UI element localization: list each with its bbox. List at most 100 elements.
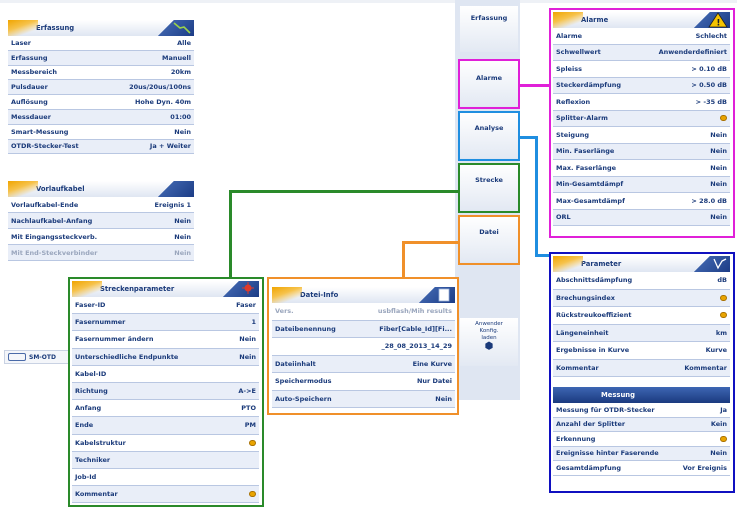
alarme-row[interactable]: Max. Faserlänge Nein <box>553 160 730 177</box>
row-value: usbflash/Mih results <box>377 307 452 316</box>
alarme-row[interactable]: Schwellwert Anwenderdefiniert <box>553 44 730 61</box>
parameter-title: Parameter <box>581 260 622 268</box>
row-label: Pulsdauer <box>11 83 48 92</box>
datei-frame: Datei-Info Vers. usbflash/Mih results Date… <box>267 277 459 415</box>
row-value: Hohe Dyn. 40m <box>134 98 191 107</box>
row-value: Nein <box>710 449 727 458</box>
strecke-row[interactable]: Techniker <box>72 451 259 469</box>
analyse-highlight <box>458 111 520 161</box>
alarme-row[interactable]: Splitter-Alarm <box>553 110 730 127</box>
strecke-row[interactable]: Ende PM <box>72 417 259 435</box>
row-value: Nein <box>174 127 191 136</box>
messung-row[interactable]: Erkennung <box>553 432 730 447</box>
link-icon <box>223 281 259 297</box>
parameter-row[interactable]: Abschnittsdämpfung dB <box>553 272 730 290</box>
row-value: Alle <box>177 38 191 47</box>
row-label: Ende <box>75 421 94 430</box>
row-label: Fasernummer <box>75 318 126 327</box>
row-label: Mit End-Steckverbinder <box>11 248 98 257</box>
parameter-row[interactable]: Längeneinheit km <box>553 324 730 342</box>
erfassung-row[interactable]: Pulsdauer 20us/20us/100ns <box>8 80 194 96</box>
row-label: ORL <box>556 213 571 222</box>
dateiinfo-header: Datei-Info <box>272 287 455 303</box>
alarme-row[interactable]: Steigung Nein <box>553 127 730 144</box>
row-label: Kabelstruktur <box>75 438 126 447</box>
row-value: Nein <box>239 352 256 361</box>
vorlaufkabel-row[interactable]: Mit Eingangssteckverb. Nein <box>8 229 194 245</box>
erfassung-row[interactable]: Auflösung Hohe Dyn. 40m <box>8 95 194 110</box>
alarme-row[interactable]: Alarme Schlecht <box>553 28 730 45</box>
strecke-row[interactable]: Fasernummer 1 <box>72 314 259 332</box>
alarme-row[interactable]: Min-Gesamtdämpf Nein <box>553 176 730 193</box>
strecke-row[interactable]: Kabelstruktur <box>72 435 259 452</box>
option-indicator-icon <box>249 439 256 446</box>
row-value: Nein <box>710 163 727 172</box>
parameter-row[interactable]: Ergebnisse in Kurve Kurve <box>553 342 730 360</box>
strecke-row[interactable]: Job-Id <box>72 469 259 487</box>
strecke-row[interactable]: Richtung A->E <box>72 382 259 401</box>
fiber-icon <box>8 353 26 361</box>
row-value: Nein <box>710 180 727 189</box>
parameter-row[interactable]: Brechungsindex <box>553 289 730 307</box>
datei-row[interactable]: Auto-Speichern Nein <box>272 390 455 408</box>
erfassung-row[interactable]: Laser Alle <box>8 36 194 51</box>
row-label: Reflexion <box>556 97 591 106</box>
alarme-row[interactable]: Spleiss > 0.10 dB <box>553 61 730 78</box>
row-label: Ereignisse hinter Faserende <box>556 449 659 458</box>
row-value: PTO <box>241 404 256 413</box>
erfassung-row[interactable]: Messbereich 20km <box>8 66 194 81</box>
dateiinfo-title: Datei-Info <box>300 291 339 299</box>
erfassung-row[interactable]: OTDR-Stecker-Test Ja + Weiter <box>8 139 194 155</box>
row-value: Nein <box>710 213 727 222</box>
strecke-row[interactable]: Kommentar <box>72 486 259 504</box>
parameter-row[interactable]: Rückstreukoeffizient <box>553 307 730 325</box>
datei-row[interactable]: Dateiinhalt Eine Kurve <box>272 355 455 373</box>
row-value: 20us/20us/100ns <box>129 83 191 92</box>
strecke-row[interactable]: Faser-ID Faser <box>72 297 259 315</box>
analyse-connector-v <box>535 136 538 256</box>
messung-row[interactable]: Messung für OTDR-Stecker Ja <box>553 403 730 418</box>
row-value: Nein <box>174 232 191 241</box>
vorlaufkabel-row[interactable]: Nachlaufkabel-Anfang Nein <box>8 213 194 229</box>
alarme-row[interactable]: Min. Faserlänge Nein <box>553 143 730 160</box>
messung-row[interactable]: Ereignisse hinter Faserende Nein <box>553 446 730 461</box>
vorlaufkabel-row[interactable]: Mit End-Steckverbinder Nein <box>8 245 194 261</box>
strecke-row[interactable]: Fasernummer ändern Nein <box>72 331 259 349</box>
alarme-row[interactable]: ORL Nein <box>553 209 730 226</box>
row-value: A->E <box>238 387 256 396</box>
datei-row[interactable]: Vers. usbflash/Mih results <box>272 303 455 321</box>
row-value: _28_08_2013_14_29 <box>381 342 452 351</box>
datei-row[interactable]: _28_08_2013_14_29 <box>272 338 455 356</box>
menu-load-config-button[interactable]: Anwender Konfig. laden ⬢ <box>460 318 518 366</box>
alarme-row[interactable]: Steckerdämpfung > 0.50 dB <box>553 77 730 94</box>
menu-erfassung-button[interactable]: Erfassung <box>460 6 518 52</box>
datei-row[interactable]: Dateibenennung Fiber[Cable_Id][Fi... <box>272 320 455 338</box>
option-indicator-icon <box>249 491 256 498</box>
erfassung-row[interactable]: Smart-Messung Nein <box>8 125 194 140</box>
row-label: Laser <box>11 38 32 47</box>
vorlaufkabel-row[interactable]: Vorlaufkabel-Ende Ereignis 1 <box>8 197 194 213</box>
strecke-row[interactable]: Anfang PTO <box>72 400 259 418</box>
row-label: OTDR-Stecker-Test <box>11 142 79 151</box>
alarme-row[interactable]: Max-Gesamtdämpf > 28.0 dB <box>553 193 730 210</box>
messung-row[interactable]: Anzahl der Splitter Kein <box>553 417 730 432</box>
strecke-row[interactable]: Kabel-ID <box>72 366 259 383</box>
row-value: 20km <box>170 68 191 77</box>
strecke-row[interactable]: Unterschiedliche Endpunkte Nein <box>72 348 259 366</box>
row-value: Schlecht <box>695 31 727 40</box>
alarme-connector <box>520 84 550 87</box>
datei-row[interactable]: Speichermodus Nur Datei <box>272 373 455 391</box>
row-label: Alarme <box>556 31 583 40</box>
parameter-panel: Parameter Abschnittsdämpfung dB Brechungsi… <box>553 256 730 377</box>
erfassung-row[interactable]: Erfassung Manuell <box>8 50 194 66</box>
parameter-row[interactable]: Kommentar Kommentar <box>553 359 730 377</box>
erfassung-row[interactable]: Messdauer 01:00 <box>8 109 194 125</box>
analysis-icon <box>694 256 730 272</box>
row-label: Anfang <box>75 404 102 413</box>
row-label: Messbereich <box>11 68 57 77</box>
alarme-row[interactable]: Reflexion > -35 dB <box>553 94 730 111</box>
vorlaufkabel-panel: Vorlaufkabel Vorlaufkabel-Ende Ereignis 1… <box>8 181 194 261</box>
row-value: Kein <box>710 420 727 429</box>
messung-row[interactable]: Gesamtdämpfung Vor Ereignis <box>553 461 730 476</box>
option-indicator-icon <box>720 115 727 122</box>
